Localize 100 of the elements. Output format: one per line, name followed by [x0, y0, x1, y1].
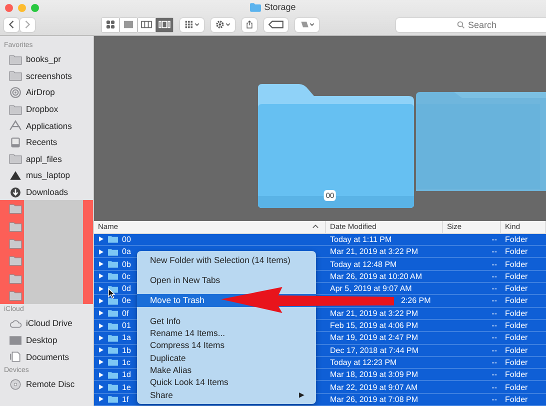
name-cell: 00: [122, 234, 131, 244]
sidebar-item[interactable]: Downloads: [26, 187, 68, 198]
size-cell: --: [492, 247, 497, 256]
date-cell: Mar 22, 2019 at 9:07 AM: [330, 382, 418, 392]
size-cell: --: [492, 308, 497, 318]
list-view-button[interactable]: [120, 18, 137, 32]
sidebar-item[interactable]: books_pr: [26, 54, 61, 64]
date-cell: Mar 21, 2019 at 3:22 PM: [330, 308, 418, 318]
sidebar-item[interactable]: iCloud Drive: [26, 318, 72, 328]
folder-icon: [9, 104, 22, 115]
folder-icon: [9, 153, 22, 164]
folder-icon: [9, 54, 22, 65]
name-cell: 1a: [122, 333, 131, 342]
folder-icon: [9, 238, 22, 250]
kind-cell: Folder: [505, 272, 528, 281]
name-cell: 1e: [122, 382, 131, 392]
arrange-button[interactable]: [180, 18, 204, 32]
sidebar-item[interactable]: Dropbox: [26, 104, 58, 114]
date-cell: Mar 21, 2019 at 3:22 PM: [330, 247, 418, 256]
columns-view-button[interactable]: [138, 18, 155, 32]
folder-icon: [250, 2, 262, 12]
window-title: Storage: [264, 2, 296, 12]
date-cell-text: 2:26 PM: [400, 296, 431, 306]
date-cell: Mar 26, 2019 at 10:20 AM: [330, 272, 422, 281]
size-cell: --: [492, 333, 497, 342]
sort-caret-icon: [312, 224, 319, 230]
size-cell: --: [492, 272, 497, 281]
sidebar-item[interactable]: Recents: [26, 137, 58, 148]
date-cell: Dec 17, 2018 at 7:44 PM: [330, 346, 418, 355]
name-cell: 0a: [122, 247, 131, 256]
sidebar-item[interactable]: screenshots: [26, 70, 72, 81]
kind-cell: Folder: [505, 333, 528, 342]
sidebar-item[interactable]: Documents: [26, 352, 69, 362]
name-cell: 0c: [122, 272, 130, 281]
date-cell: Today at 12:23 PM: [330, 358, 397, 367]
kind-cell: Folder: [505, 296, 528, 306]
size-cell: --: [492, 358, 497, 367]
sidebar-item[interactable]: appl_files: [26, 154, 62, 164]
kind-cell: Folder: [505, 234, 528, 244]
coverflow-view-button[interactable]: [156, 18, 173, 32]
coverflow-view-icon: [158, 20, 171, 29]
columns-view-icon: [140, 20, 153, 29]
date-cell: Mar 18, 2019 at 3:09 PM: [330, 370, 418, 380]
documents-icon: [9, 351, 22, 362]
tag-button[interactable]: [264, 18, 288, 32]
folder-icon: [9, 272, 22, 284]
folder-icon: [9, 290, 22, 301]
cursor-icon: [108, 288, 115, 299]
search-field[interactable]: Search: [396, 18, 546, 32]
size-cell: --: [492, 260, 497, 269]
search-icon: [457, 20, 465, 28]
size-cell: --: [492, 234, 497, 244]
triangle-icon: [9, 170, 22, 181]
dropbox-button[interactable]: [295, 18, 319, 32]
cloud-icon: [9, 318, 22, 329]
close-button[interactable]: [5, 4, 13, 12]
kind-cell: Folder: [505, 308, 528, 318]
icons-view-button[interactable]: [102, 18, 119, 32]
window-icon: [9, 136, 22, 148]
back-button[interactable]: [4, 18, 19, 32]
sidebar-item[interactable]: mus_laptop: [26, 170, 70, 180]
date-cell: Today at 1:11 PM: [330, 234, 392, 244]
size-cell: --: [492, 321, 497, 330]
kind-cell: Folder: [505, 382, 528, 392]
name-cell: 0d: [122, 284, 131, 294]
icons-view-icon: [104, 20, 117, 29]
share-button[interactable]: [242, 18, 257, 32]
folder-icon: [9, 70, 22, 82]
settings-button[interactable]: [211, 18, 235, 32]
kind-cell: Folder: [505, 370, 528, 380]
applications-icon: [9, 120, 22, 132]
date-cell: Feb 15, 2019 at 4:06 PM: [330, 321, 418, 330]
date-cell: Mar 19, 2019 at 2:47 PM: [330, 333, 418, 342]
kind-cell: Folder: [505, 247, 528, 256]
name-cell: 1d: [122, 370, 131, 380]
sidebar-item[interactable]: AirDrop: [26, 87, 55, 98]
name-cell: 1f: [122, 394, 129, 404]
size-cell: --: [492, 394, 497, 404]
size-cell: --: [492, 284, 497, 294]
list-view-icon: [122, 20, 135, 29]
size-cell: --: [492, 346, 497, 355]
share-icon: [246, 20, 253, 29]
kind-cell: Folder: [505, 321, 528, 330]
desktop-icon: [9, 334, 22, 346]
table-row[interactable]: 00 Today at 1:11 PM -- Folder: [94, 234, 546, 246]
sidebar-item[interactable]: Remote Disc: [26, 379, 75, 390]
box-icon: [298, 20, 316, 29]
sidebar-item[interactable]: Applications: [26, 120, 72, 131]
sidebar-item[interactable]: Desktop: [26, 335, 58, 346]
name-cell: 1b: [122, 346, 131, 355]
kind-cell: Folder: [505, 394, 528, 404]
folder-icon: [9, 220, 22, 232]
size-cell: --: [492, 370, 497, 380]
back-chevron-icon: [8, 20, 15, 29]
name-cell: 1c: [122, 358, 130, 367]
name-cell: 0f: [122, 308, 129, 318]
size-cell: --: [492, 296, 497, 306]
airdrop-icon: [9, 86, 22, 98]
folder-icon: [9, 255, 22, 266]
kind-cell: Folder: [505, 346, 528, 355]
